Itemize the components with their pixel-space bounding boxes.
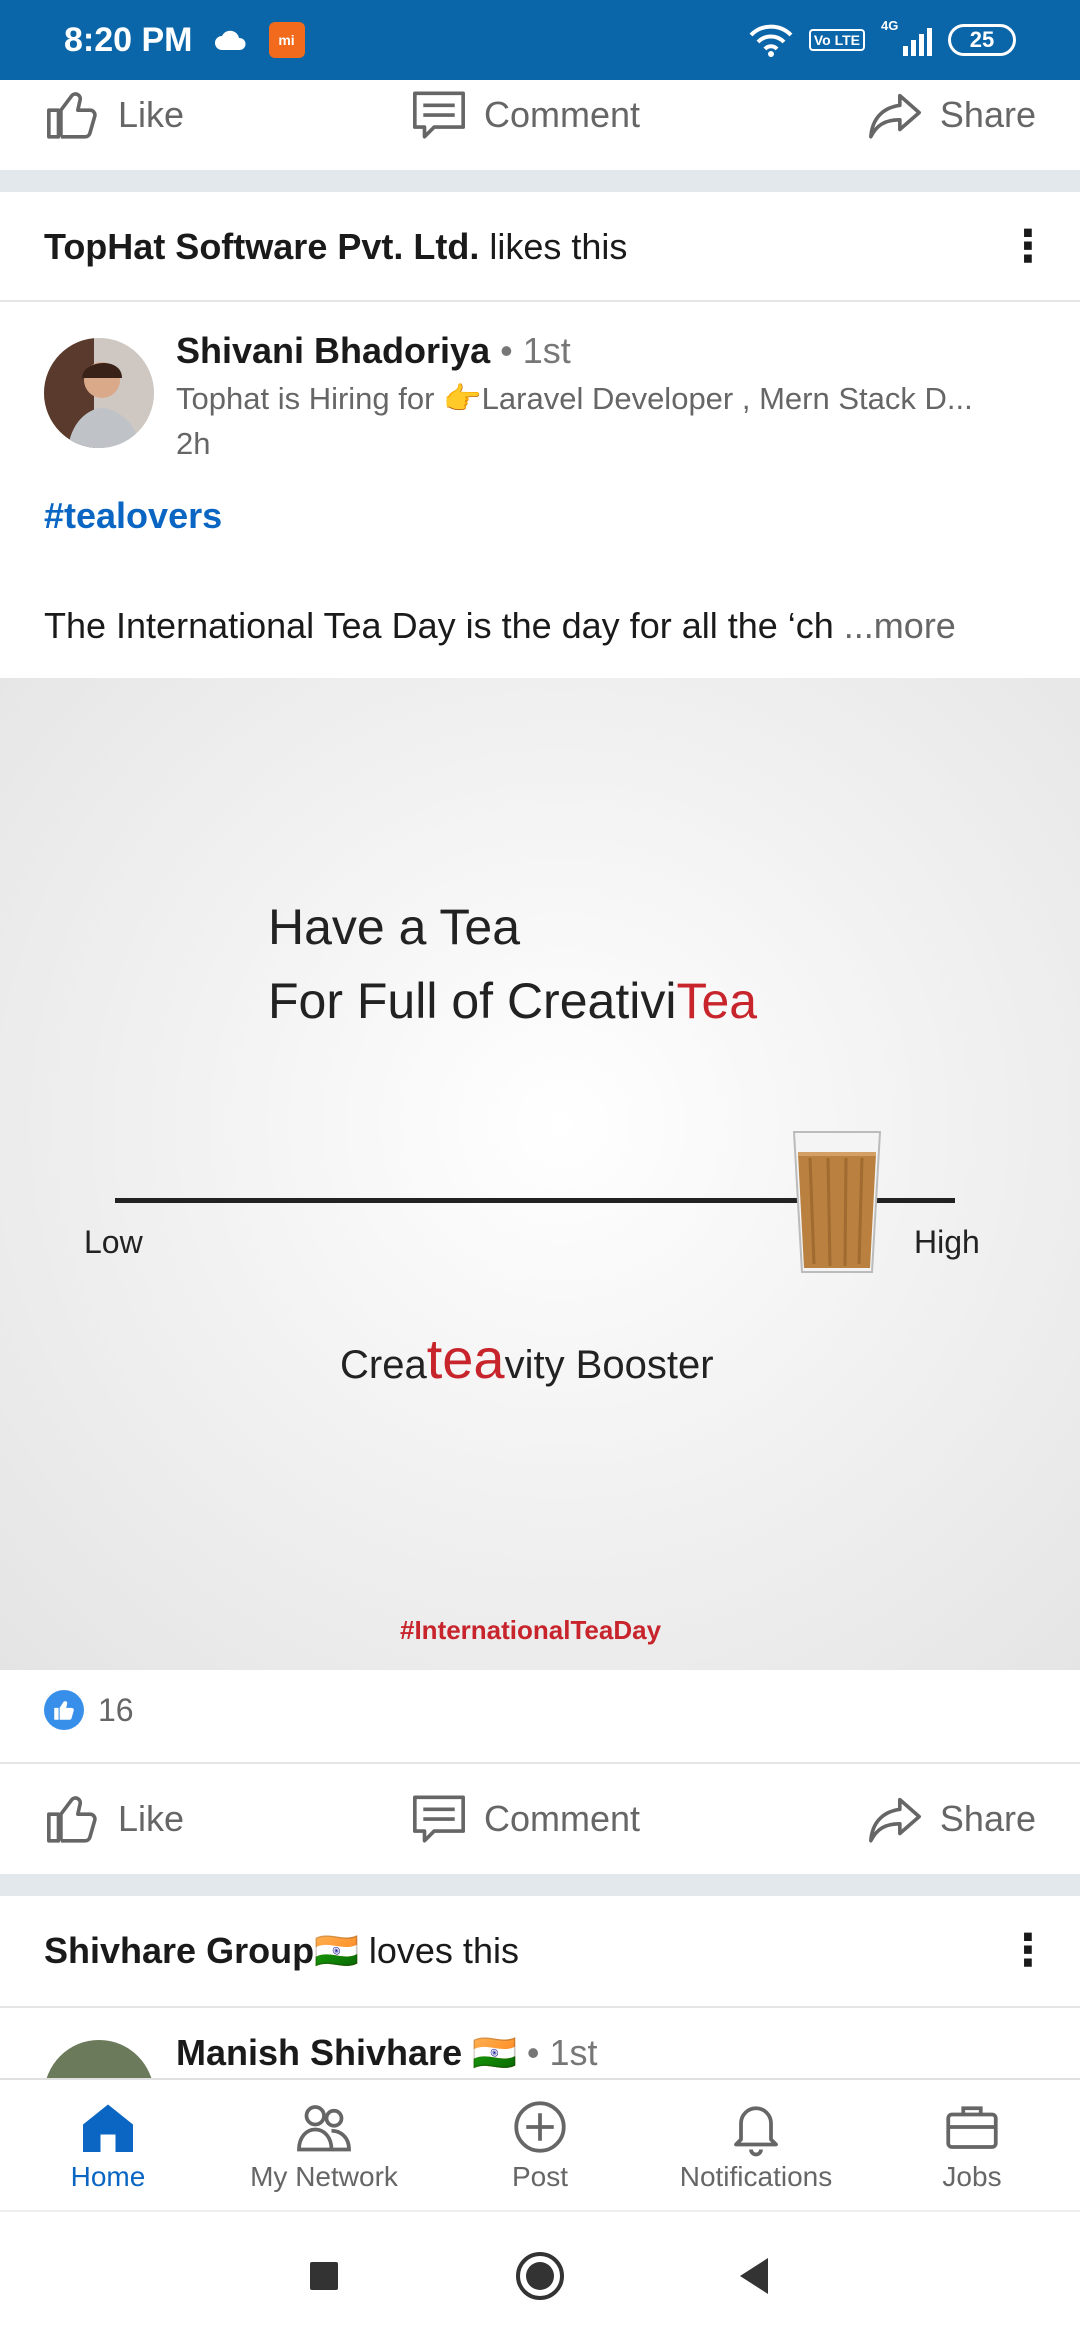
bottom-navigation: Home My Network Post Notifications Jobs <box>0 2078 1080 2210</box>
nav-notifications[interactable]: Notifications <box>648 2080 864 2210</box>
high-label: High <box>914 1224 980 1260</box>
next-context-company[interactable]: Shivhare Group🇮🇳 <box>44 1930 359 1971</box>
back-icon[interactable] <box>728 2248 784 2304</box>
next-author-name[interactable]: Manish Shivhare 🇮🇳 <box>176 2032 517 2073</box>
network-icon <box>297 2105 351 2152</box>
comment-label: Comment <box>483 1798 640 1839</box>
thumbs-up-icon <box>47 92 97 139</box>
avatar[interactable] <box>44 338 154 448</box>
volte-icon: Vo LTE <box>808 29 865 51</box>
post-icon <box>514 2101 566 2153</box>
nav-jobs[interactable]: Jobs <box>864 2080 1080 2210</box>
share-label: Share <box>939 1798 1036 1839</box>
recents-icon[interactable] <box>296 2248 352 2304</box>
comment-button[interactable]: Comment <box>410 86 640 144</box>
feed-separator <box>0 1874 1080 1896</box>
comment-icon <box>412 91 465 139</box>
post-author[interactable]: Shivani Bhadoriya • 1st Tophat is Hiring… <box>0 300 1080 470</box>
context-suffix: likes this <box>479 226 628 267</box>
like-reaction-icon <box>44 1690 84 1730</box>
share-label: Share <box>939 94 1036 135</box>
home-icon <box>83 2104 133 2152</box>
next-context-suffix: loves this <box>358 1930 519 1971</box>
next-post-context-header: Shivhare Group🇮🇳 loves this ⋮ <box>0 1896 1080 2006</box>
connection-degree: • 1st <box>490 330 571 371</box>
image-hashtag: #InternationalTeaDay <box>400 1615 662 1645</box>
avatar[interactable] <box>44 2040 154 2080</box>
like-label: Like <box>118 1798 185 1839</box>
battery-icon: 25 <box>948 24 1016 56</box>
context-company[interactable]: TopHat Software Pvt. Ltd. <box>44 226 479 267</box>
nav-label: Jobs <box>942 2161 1002 2192</box>
network-type: 4G <box>881 18 899 33</box>
nav-home[interactable]: Home <box>0 2080 216 2210</box>
low-label: Low <box>84 1224 143 1260</box>
thumbs-up-icon <box>47 1796 97 1843</box>
image-line-2: For Full of CreativiTea <box>268 973 758 1029</box>
feed-separator <box>0 170 1080 192</box>
image-headline: Have a Tea For Full of CreativiTea <box>268 890 757 1038</box>
nav-label: Notifications <box>679 2161 833 2192</box>
post-text: The International Tea Day is the day for… <box>44 605 956 647</box>
image-line-1: Have a Tea <box>268 899 521 955</box>
signal-icon: 4G <box>881 18 932 56</box>
nav-my-network[interactable]: My Network <box>216 2080 432 2210</box>
more-options-icon[interactable]: ⋮ <box>1006 225 1050 269</box>
tea-glass-icon <box>792 1131 882 1273</box>
status-time: 8:20 PM <box>64 20 193 59</box>
system-navigation <box>0 2210 1080 2340</box>
nav-label: Home <box>70 2161 146 2192</box>
hashtag-link[interactable]: #tealovers <box>44 495 222 537</box>
wifi-icon <box>749 24 793 57</box>
like-label: Like <box>118 94 185 135</box>
mi-icon: mi <box>268 22 305 58</box>
share-button[interactable]: Share <box>866 86 1036 144</box>
home-system-icon[interactable] <box>512 2248 568 2304</box>
author-name[interactable]: Shivani Bhadoriya <box>176 330 490 371</box>
see-more-link[interactable]: ...more <box>844 605 956 646</box>
nav-label: My Network <box>250 2161 398 2192</box>
next-post-author[interactable]: Manish Shivhare 🇮🇳 • 1st <box>0 2010 1080 2080</box>
nav-label: Post <box>511 2161 569 2192</box>
post-actions: Like Comment Share <box>0 1764 1080 1874</box>
author-headline: Tophat is Hiring for 👉Laravel Developer … <box>176 381 973 416</box>
cloud-icon <box>214 30 246 50</box>
comment-label: Comment <box>483 94 640 135</box>
more-options-icon[interactable]: ⋮ <box>1006 1929 1050 1973</box>
share-icon <box>868 1797 921 1843</box>
battery-level: 25 <box>969 27 995 52</box>
post-image[interactable]: Have a Tea For Full of CreativiTea Low H… <box>0 678 1080 1670</box>
comment-icon <box>412 1795 465 1843</box>
previous-post-actions: Like Comment Share <box>0 60 1080 170</box>
post-context-header: TopHat Software Pvt. Ltd. likes this ⋮ <box>0 192 1080 302</box>
like-button[interactable]: Like <box>44 1790 184 1848</box>
reactions-count: 16 <box>98 1691 134 1728</box>
connection-degree: • 1st <box>516 2032 598 2073</box>
nav-post[interactable]: Post <box>432 2080 648 2210</box>
post-body: The International Tea Day is the day for… <box>44 605 844 646</box>
like-button[interactable]: Like <box>44 86 184 144</box>
briefcase-icon <box>946 2106 998 2149</box>
bell-icon <box>734 2106 778 2157</box>
booster-text: Createavity Booster <box>340 1327 714 1390</box>
post-time: 2h <box>176 426 211 461</box>
comment-button[interactable]: Comment <box>410 1790 640 1848</box>
share-icon <box>868 93 921 139</box>
divider <box>0 2006 1080 2008</box>
share-button[interactable]: Share <box>866 1790 1036 1848</box>
reactions-summary[interactable]: 16 <box>44 1690 134 1730</box>
